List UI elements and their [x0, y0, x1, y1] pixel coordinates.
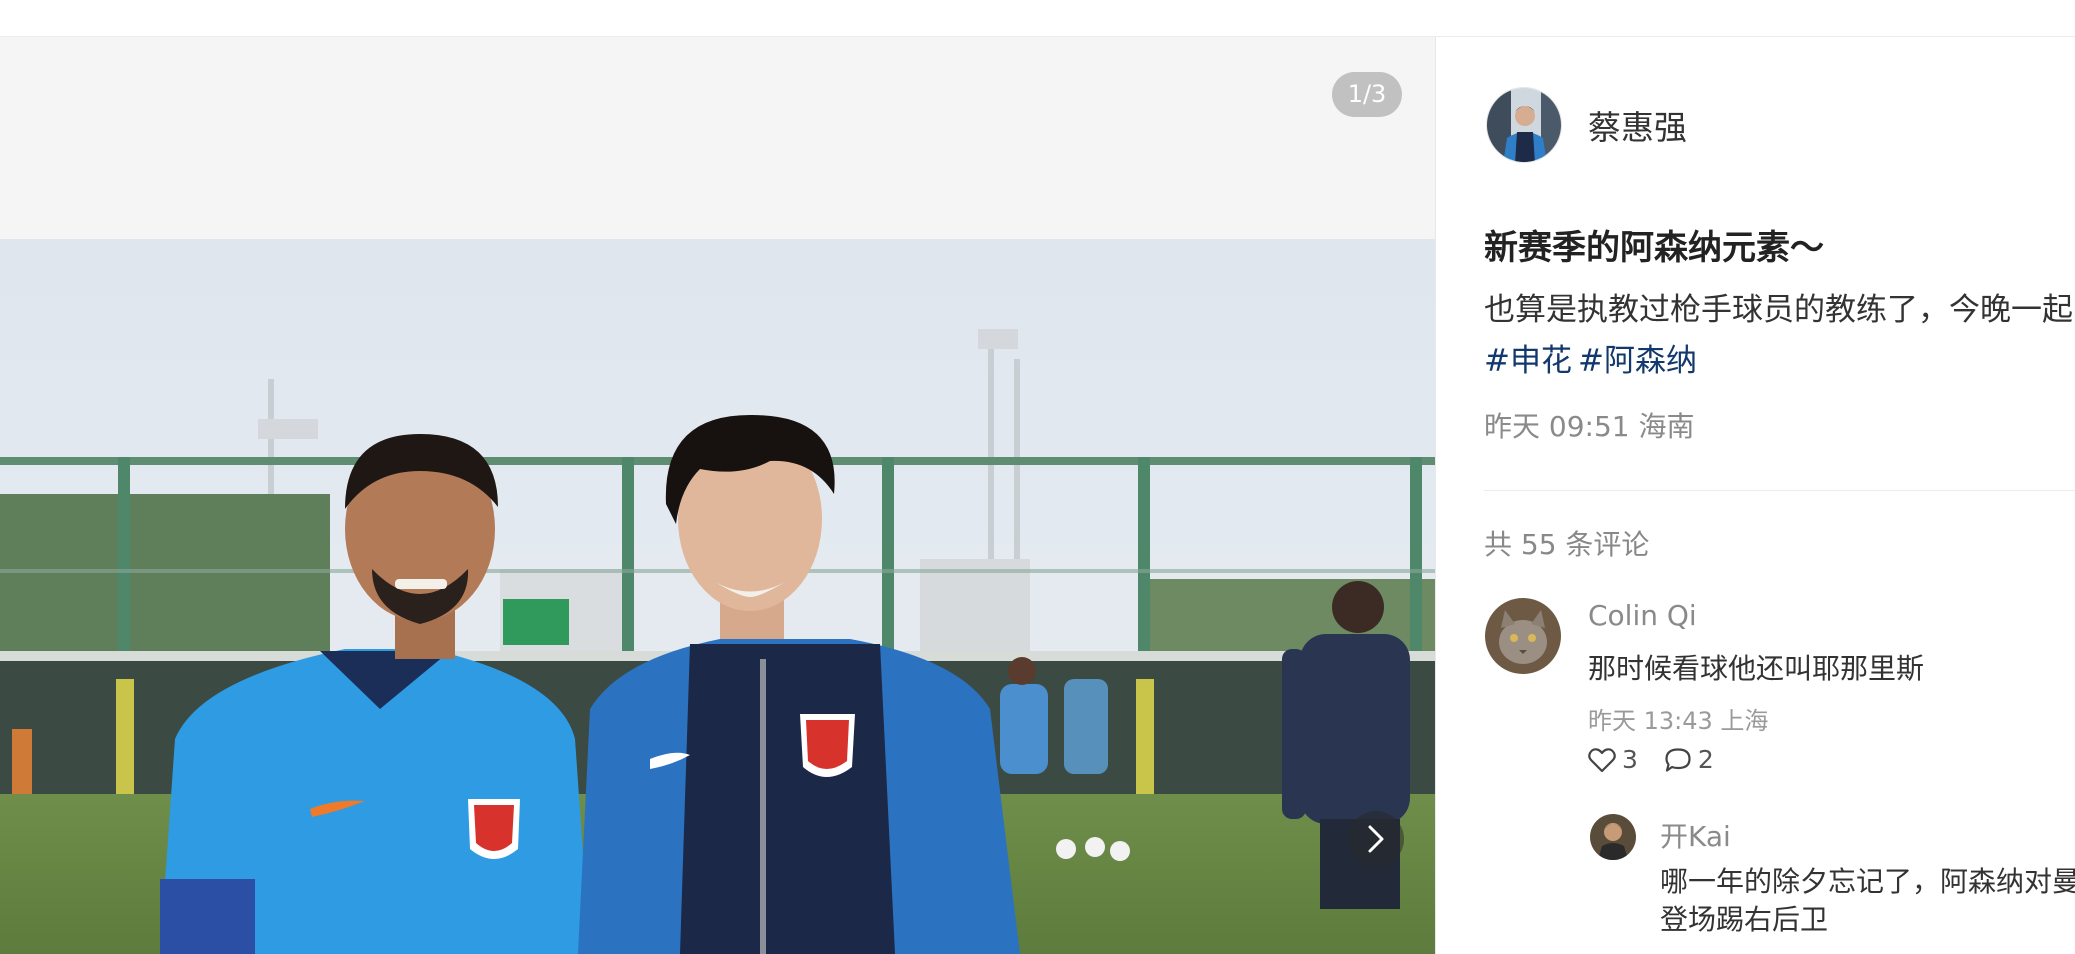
- like-button[interactable]: 3: [1588, 745, 1638, 774]
- next-image-button[interactable]: [1348, 811, 1404, 867]
- comment-count: 共 55 条评论: [1484, 528, 1650, 561]
- comment-bubble-icon: [1665, 747, 1691, 772]
- comment-text: 那时候看球他还叫耶那里斯: [1588, 652, 1925, 685]
- image-counter: 1/3: [1332, 72, 1402, 117]
- tag-link[interactable]: #申花: [1484, 343, 1572, 379]
- tag-link[interactable]: #阿森纳: [1578, 343, 1697, 379]
- post-timestamp-location: 昨天 09:51 海南: [1484, 410, 1695, 443]
- reply-count: 2: [1697, 745, 1714, 774]
- top-bar: [0, 0, 2075, 37]
- comment-timestamp-location: 昨天 13:43 上海: [1588, 707, 1769, 735]
- like-count: 3: [1622, 745, 1638, 774]
- author-avatar-image: [1487, 88, 1561, 162]
- comment-actions: 3 2: [1588, 745, 1740, 774]
- image-gallery[interactable]: 1/3: [0, 37, 1435, 954]
- post-body: 也算是执教过枪手球员的教练了，今晚一起: [1484, 292, 2073, 328]
- divider: [1484, 490, 2075, 491]
- author-info[interactable]: 蔡惠强: [1486, 87, 1687, 163]
- post-photo[interactable]: [0, 239, 1435, 954]
- reply-avatar[interactable]: [1590, 814, 1636, 860]
- comment-avatar[interactable]: [1485, 598, 1561, 674]
- reply-avatar-image: [1590, 814, 1636, 860]
- comment-author-name[interactable]: Colin Qi: [1588, 599, 1697, 632]
- post-photo-illustration: [0, 239, 1435, 954]
- post-tags: #申花 #阿森纳: [1484, 335, 1703, 380]
- reply-button[interactable]: 2: [1664, 745, 1714, 774]
- reply-text-line: 登场踢右后卫: [1660, 903, 1829, 936]
- author-avatar[interactable]: [1486, 87, 1562, 163]
- author-name[interactable]: 蔡惠强: [1588, 101, 1687, 149]
- cat-avatar-image: [1485, 598, 1561, 674]
- chevron-right-icon: [1368, 825, 1384, 853]
- post-detail-panel: 蔡惠强 新赛季的阿森纳元素～ 也算是执教过枪手球员的教练了，今晚一起 #申花 #阿…: [1436, 37, 2075, 954]
- reply-author-name[interactable]: 开Kai: [1660, 815, 1731, 855]
- reply-text-line: 哪一年的除夕忘记了，阿森纳对曼: [1660, 865, 2075, 898]
- post-title: 新赛季的阿森纳元素～: [1484, 228, 1824, 268]
- heart-icon: [1588, 747, 1616, 772]
- reply-text: 哪一年的除夕忘记了，阿森纳对曼 登场踢右后卫: [1660, 863, 2075, 939]
